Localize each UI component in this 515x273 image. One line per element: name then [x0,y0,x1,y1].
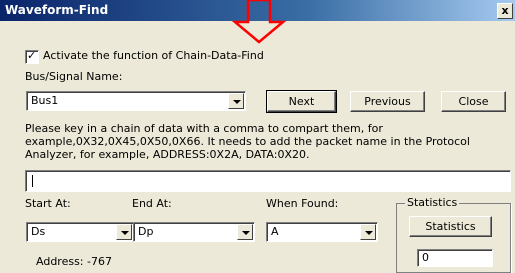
start-at-label: Start At: [25,197,71,210]
check-icon: ✓ [27,49,37,62]
chevron-down-icon[interactable] [237,224,253,240]
start-at-value: Ds [31,225,46,238]
previous-button[interactable]: Previous [350,91,425,112]
when-found-combo[interactable]: A [266,222,378,242]
start-at-combo[interactable]: Ds [26,222,134,242]
bus-signal-combo[interactable]: Bus1 [26,91,246,111]
chevron-down-icon[interactable] [116,224,132,240]
data-chain-input[interactable] [25,170,511,192]
bus-signal-label: Bus/Signal Name: [25,70,123,83]
statistics-count-value: 0 [422,251,429,264]
address-text: Address: -767 [36,255,112,268]
end-at-value: Dp [138,225,154,238]
red-arrow-annotation [231,0,287,44]
instruction-text: Please key in a chain of data with a com… [25,122,470,161]
close-button[interactable]: Close [441,91,506,112]
window-title: Waveform-Find [5,3,109,17]
when-found-label: When Found: [266,197,339,210]
window-close-button[interactable]: x [497,3,513,19]
next-button[interactable]: Next [266,90,337,113]
end-at-combo[interactable]: Dp [133,222,255,242]
when-found-value: A [271,225,279,238]
bus-signal-value: Bus1 [31,94,59,107]
chevron-down-icon[interactable] [228,93,244,109]
activate-label: Activate the function of Chain-Data-Find [43,49,264,62]
statistics-count: 0 [417,249,493,267]
end-at-label: End At: [132,197,172,210]
statistics-button[interactable]: Statistics [409,216,492,237]
text-caret [32,175,33,187]
chevron-down-icon[interactable] [360,224,376,240]
activate-checkbox[interactable]: ✓ [25,49,39,64]
statistics-group-title: Statistics [405,196,460,209]
